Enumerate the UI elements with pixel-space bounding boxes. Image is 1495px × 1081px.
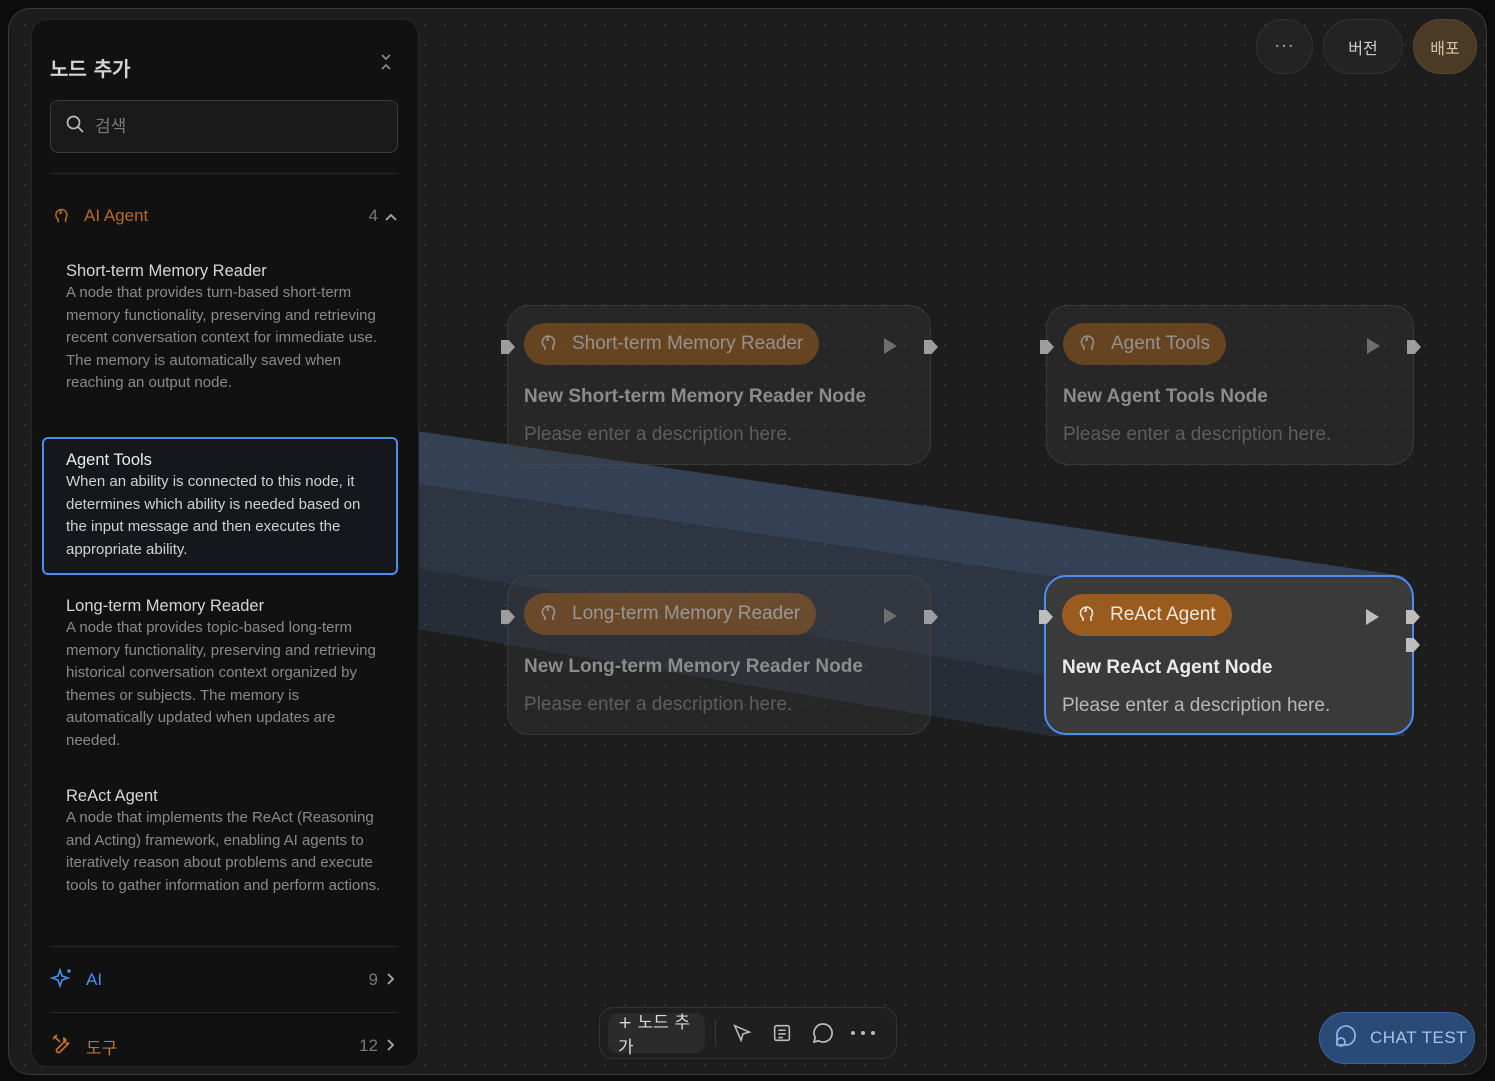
category-label: AI Agent xyxy=(84,206,149,225)
cursor-icon[interactable] xyxy=(726,1015,758,1051)
more-icon[interactable] xyxy=(847,1015,879,1051)
node-list-item-agent-tools[interactable]: Agent Tools When an ability is connected… xyxy=(42,437,398,575)
node-type-chip: ReAct Agent xyxy=(1062,594,1232,636)
run-node-button[interactable] xyxy=(1366,609,1379,625)
node-agent-tools[interactable]: Agent Tools New Agent Tools Node Please … xyxy=(1040,305,1421,465)
node-short-term-memory-reader[interactable]: Short-term Memory Reader New Short-term … xyxy=(501,305,938,465)
chevron-right-icon xyxy=(384,972,398,988)
node-list-item-react-agent[interactable]: ReAct Agent A node that implements the R… xyxy=(50,777,398,897)
divider xyxy=(50,1012,398,1013)
add-node-panel: 노드 추가 AI Agent 4 Short-term Memory Reade… xyxy=(31,19,419,1067)
node-type-chip: Long-term Memory Reader xyxy=(524,593,817,635)
divider xyxy=(50,173,398,174)
divider xyxy=(50,946,398,947)
chip-label: ReAct Agent xyxy=(1110,604,1216,625)
run-node-button[interactable] xyxy=(1367,338,1380,354)
item-description: When an ability is connected to this nod… xyxy=(66,473,361,558)
category-tools[interactable]: 도구 12 xyxy=(50,1028,398,1064)
note-icon[interactable] xyxy=(766,1015,798,1051)
category-ai-agent[interactable]: AI Agent 4 xyxy=(50,198,398,234)
category-label: AI xyxy=(86,970,103,989)
node-description[interactable]: Please enter a description here. xyxy=(524,694,792,716)
category-count: 12 xyxy=(359,1036,378,1055)
item-title: Agent Tools xyxy=(66,451,152,469)
panel-title: 노드 추가 xyxy=(50,57,131,81)
output-port[interactable] xyxy=(1407,340,1421,354)
item-description: A node that provides turn-based short-te… xyxy=(66,284,377,391)
search-field[interactable] xyxy=(50,100,398,153)
chat-test-label: CHAT TEST xyxy=(1370,1028,1468,1047)
node-title[interactable]: New Agent Tools Node xyxy=(1063,386,1268,408)
input-port[interactable] xyxy=(501,340,515,354)
node-list-item-short-term-memory-reader[interactable]: Short-term Memory Reader A node that pro… xyxy=(50,252,398,395)
input-port[interactable] xyxy=(1040,340,1054,354)
run-node-button[interactable] xyxy=(884,608,897,624)
node-type-chip: Short-term Memory Reader xyxy=(524,323,820,365)
item-title: Long-term Memory Reader xyxy=(66,597,265,615)
output-port[interactable] xyxy=(1406,610,1420,624)
category-ai[interactable]: AI 9 xyxy=(49,962,398,998)
sparkles-icon xyxy=(49,966,74,995)
input-port[interactable] xyxy=(501,610,515,624)
canvas-toolbar: + 노드 추가 xyxy=(599,1007,897,1059)
category-count: 4 xyxy=(368,206,378,225)
node-description[interactable]: Please enter a description here. xyxy=(1062,695,1330,717)
node-react-agent[interactable]: ReAct Agent New ReAct Agent Node Please … xyxy=(1039,575,1420,735)
node-description[interactable]: Please enter a description here. xyxy=(524,424,792,446)
output-port[interactable] xyxy=(924,610,938,624)
run-node-button[interactable] xyxy=(884,338,897,354)
more-options-button[interactable]: ··· xyxy=(1256,19,1313,74)
brain-icon xyxy=(1075,329,1099,359)
node-title[interactable]: New ReAct Agent Node xyxy=(1062,657,1272,679)
output-port-secondary[interactable] xyxy=(1406,638,1420,652)
app-window: Short-term Memory Reader New Short-term … xyxy=(8,8,1487,1075)
chip-label: Agent Tools xyxy=(1111,333,1210,354)
chat-bubble-icon xyxy=(1332,1022,1360,1055)
chip-label: Long-term Memory Reader xyxy=(572,603,801,624)
brain-icon xyxy=(50,203,72,230)
collapse-panel-icon[interactable] xyxy=(376,52,396,72)
node-type-chip: Agent Tools xyxy=(1063,323,1226,365)
category-count: 9 xyxy=(368,970,378,989)
node-title[interactable]: New Short-term Memory Reader Node xyxy=(524,386,866,408)
search-icon xyxy=(65,114,85,139)
brain-icon xyxy=(536,329,560,359)
category-label: 도구 xyxy=(86,1038,118,1058)
version-button[interactable]: 버전 xyxy=(1323,19,1403,74)
search-input[interactable] xyxy=(95,116,375,137)
node-description[interactable]: Please enter a description here. xyxy=(1063,424,1331,446)
tools-icon xyxy=(50,1032,74,1061)
item-title: Short-term Memory Reader xyxy=(66,262,267,280)
chat-test-button[interactable]: CHAT TEST xyxy=(1319,1012,1475,1064)
output-port[interactable] xyxy=(924,340,938,354)
add-node-button[interactable]: + 노드 추가 xyxy=(608,1013,705,1058)
brain-icon xyxy=(1074,600,1098,630)
toolbar-divider xyxy=(714,1020,716,1046)
chevron-up-icon xyxy=(384,208,398,224)
deploy-button[interactable]: 배포 xyxy=(1413,19,1477,74)
chip-label: Short-term Memory Reader xyxy=(572,333,804,354)
item-description: A node that provides topic-based long-te… xyxy=(66,619,376,749)
node-list-item-long-term-memory-reader[interactable]: Long-term Memory Reader A node that prov… xyxy=(50,587,398,752)
comment-icon[interactable] xyxy=(807,1015,839,1051)
brain-icon xyxy=(536,599,560,629)
node-long-term-memory-reader[interactable]: Long-term Memory Reader New Long-term Me… xyxy=(501,575,938,735)
chevron-right-icon xyxy=(384,1038,398,1054)
input-port[interactable] xyxy=(1039,610,1053,624)
node-title[interactable]: New Long-term Memory Reader Node xyxy=(524,656,863,678)
item-description: A node that implements the ReAct (Reason… xyxy=(66,809,381,894)
item-title: ReAct Agent xyxy=(66,787,158,805)
